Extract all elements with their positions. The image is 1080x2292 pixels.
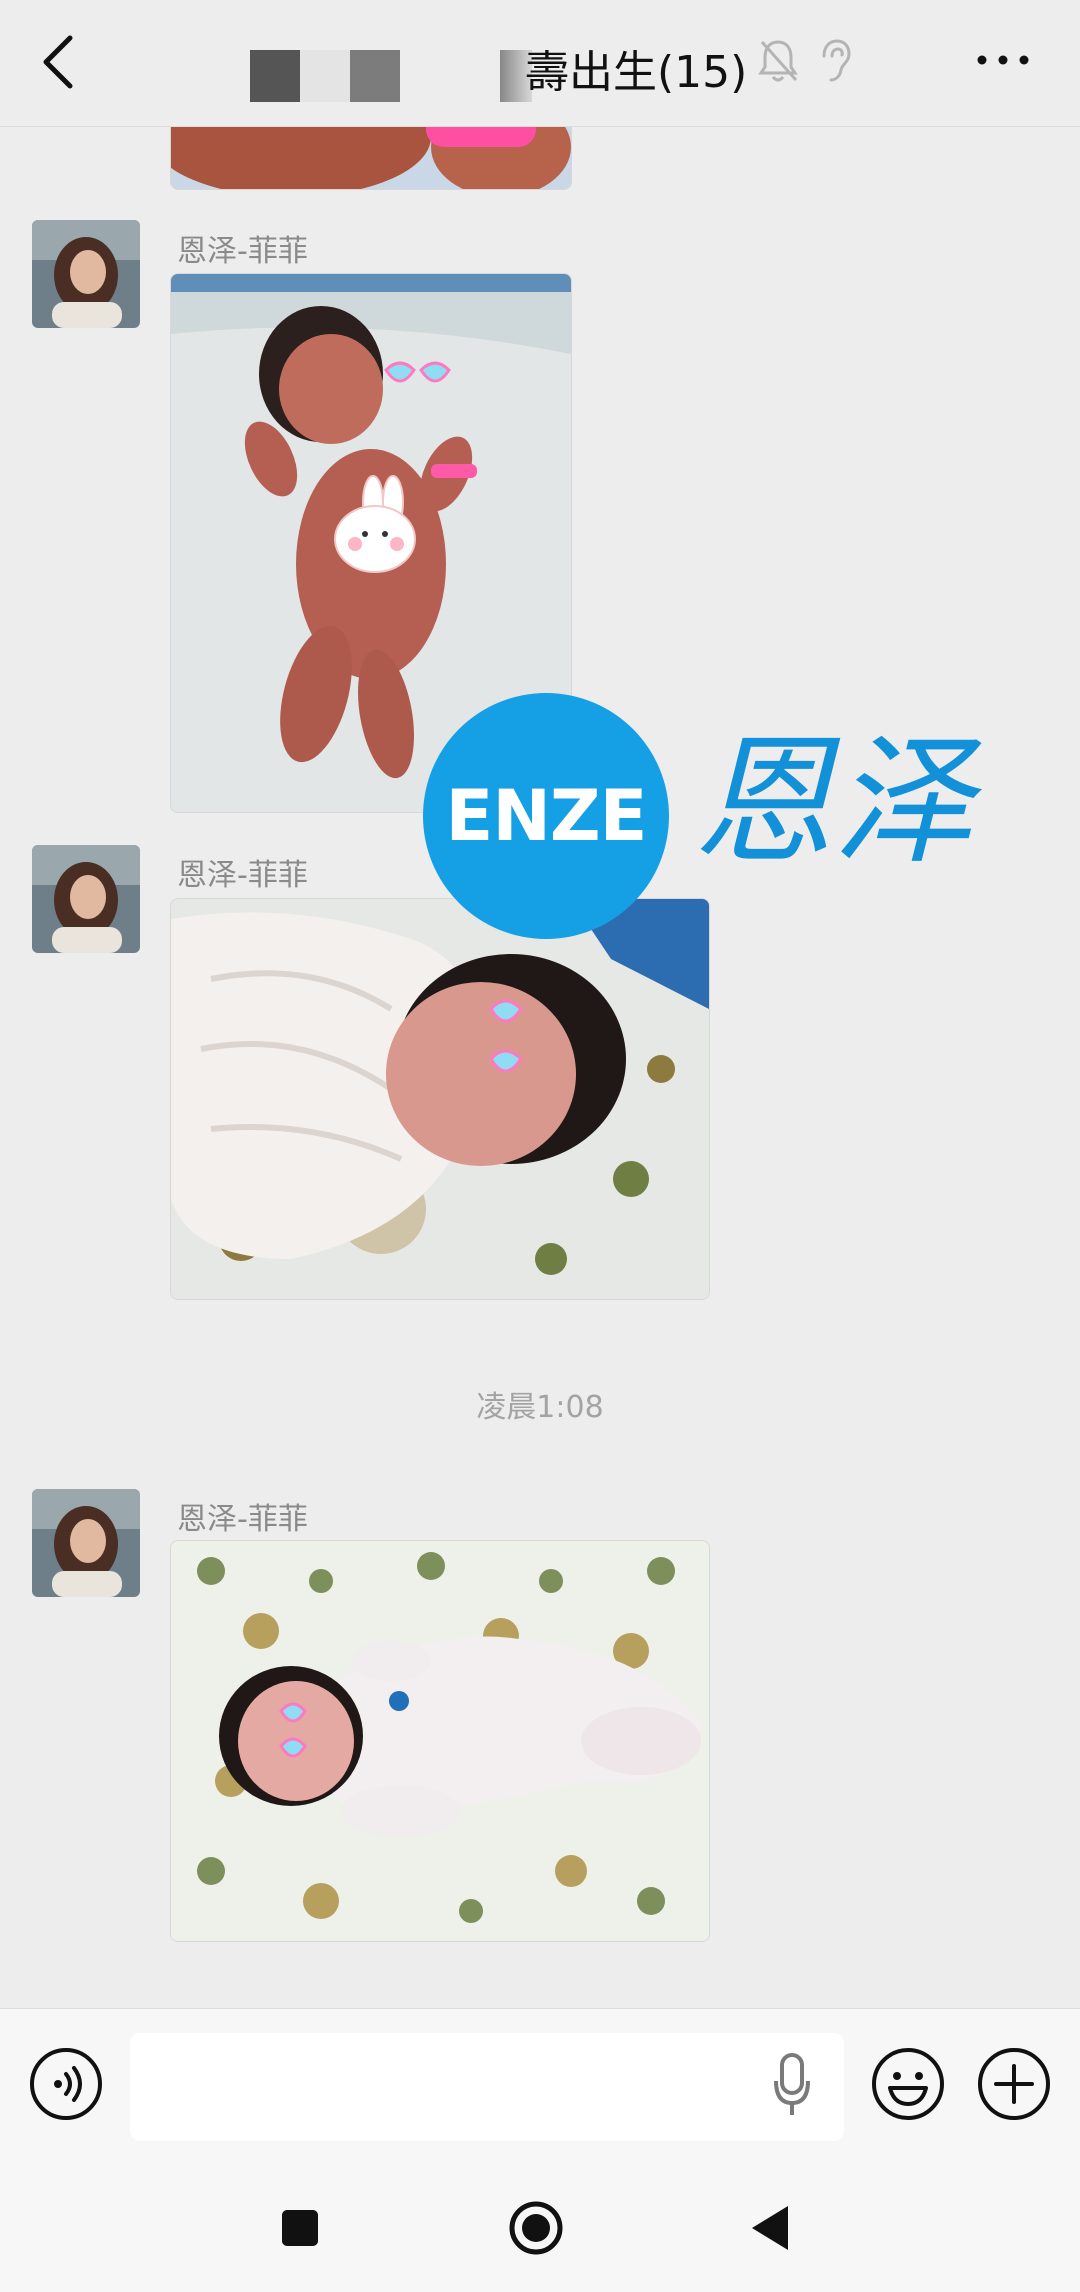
- system-nav-bar: [0, 2158, 1080, 2292]
- chevron-left-icon[interactable]: [34, 30, 88, 94]
- timestamp: 凌晨1:08: [476, 1390, 604, 1425]
- sender-name: 恩泽-菲菲: [177, 1502, 308, 1537]
- triangle-back-icon[interactable]: [742, 2198, 802, 2258]
- chat-header: 壽出生(15): [0, 0, 1080, 127]
- bell-off-icon: [758, 40, 798, 82]
- message-input[interactable]: [130, 2033, 844, 2141]
- image-message[interactable]: [170, 1540, 710, 1942]
- chat-messages[interactable]: 恩泽-菲菲 恩泽-菲菲 ENZE 恩泽 凌晨1:08 恩泽-菲菲: [0, 126, 1080, 2008]
- chat-title[interactable]: 壽出生(15): [220, 30, 830, 102]
- redacted-block: [250, 50, 300, 102]
- chat-title-text: 壽出生(15): [525, 47, 748, 98]
- sender-name: 恩泽-菲菲: [177, 858, 308, 893]
- image-message[interactable]: [170, 898, 710, 1300]
- avatar[interactable]: [32, 845, 140, 953]
- redacted-block: [350, 50, 400, 102]
- avatar[interactable]: [32, 220, 140, 328]
- sender-name: 恩泽-菲菲: [177, 234, 308, 269]
- redacted-block: [300, 50, 350, 102]
- watermark-script: 恩泽: [693, 721, 974, 884]
- plus-icon[interactable]: [976, 2046, 1052, 2122]
- ear-icon: [822, 39, 851, 82]
- watermark-logo: ENZE 恩泽: [423, 693, 983, 953]
- voice-toggle-icon[interactable]: [28, 2046, 104, 2122]
- square-icon[interactable]: [270, 2198, 330, 2258]
- image-message[interactable]: [170, 126, 572, 190]
- emoji-icon[interactable]: [870, 2046, 946, 2122]
- watermark-badge: ENZE: [423, 693, 669, 939]
- circle-icon[interactable]: [506, 2198, 566, 2258]
- more-horizontal-icon[interactable]: [968, 40, 1038, 80]
- message-input-bar: [0, 2008, 1080, 2159]
- microphone-icon[interactable]: [770, 2047, 814, 2121]
- avatar[interactable]: [32, 1489, 140, 1597]
